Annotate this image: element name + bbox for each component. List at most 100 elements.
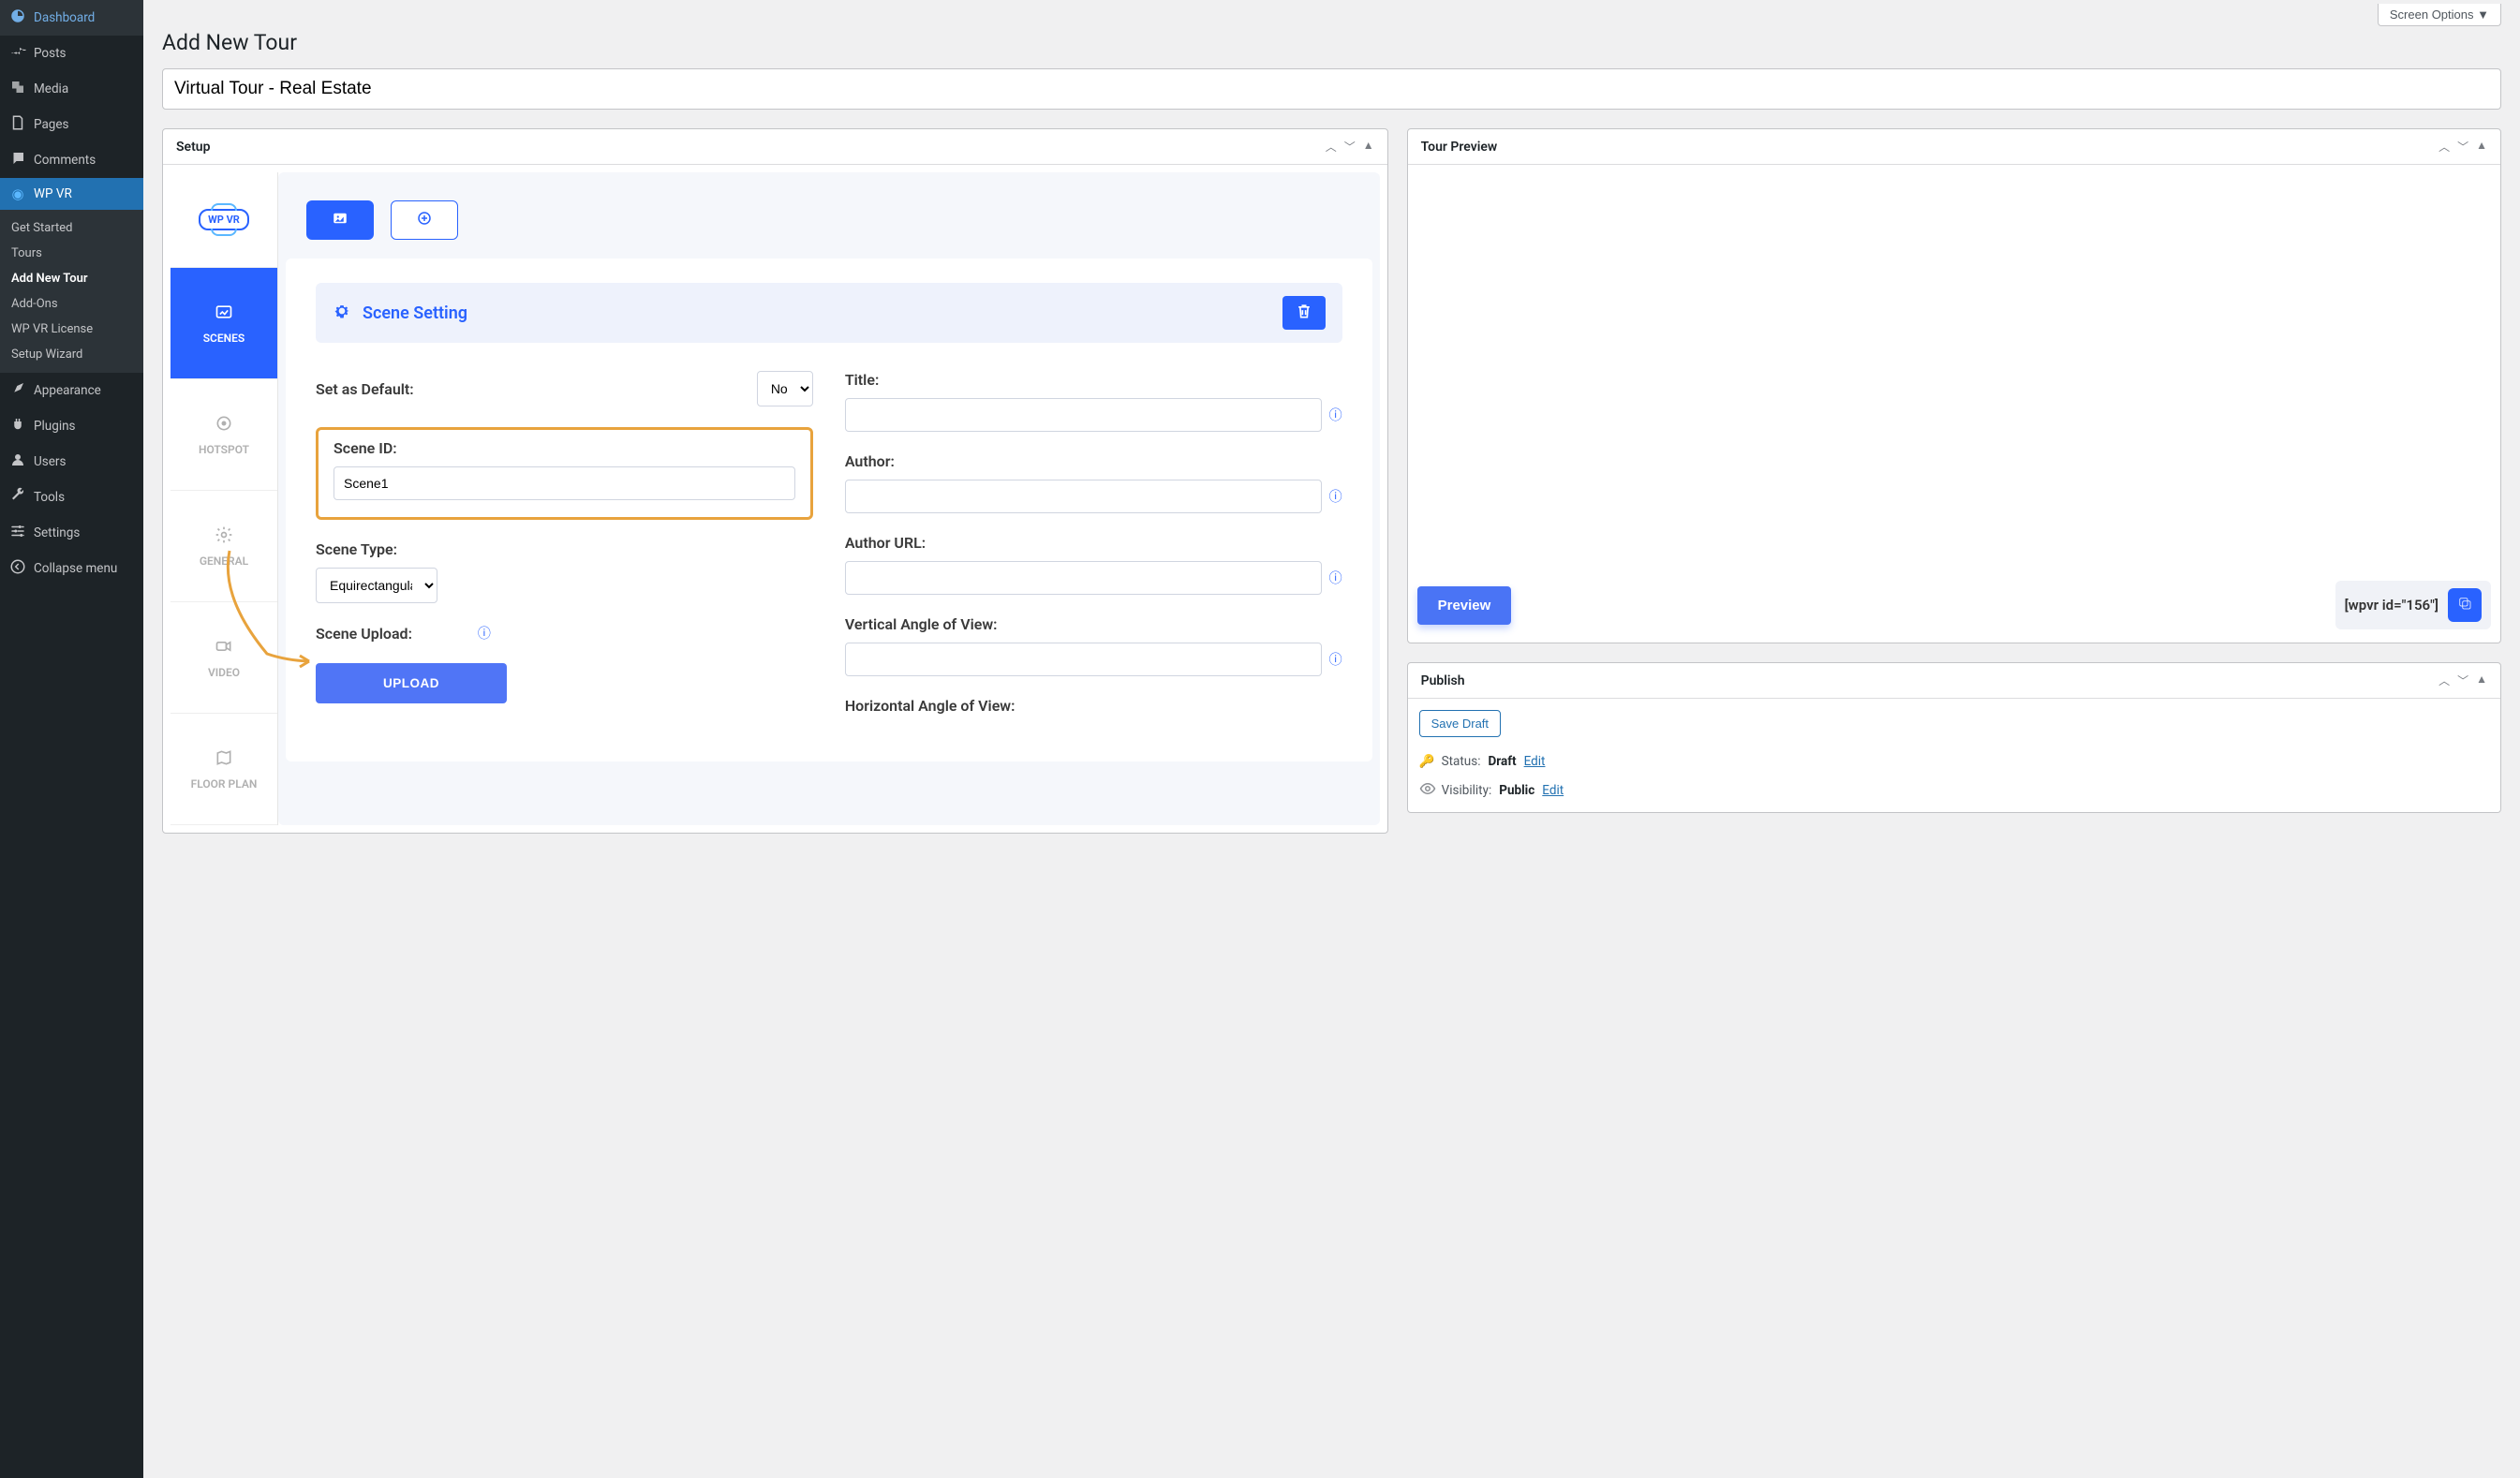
admin-sidebar: Dashboard Posts Media Pages Comments xyxy=(0,0,143,1478)
sub-get-started[interactable]: Get Started xyxy=(0,215,143,241)
tab-hotspot[interactable]: HOTSPOT xyxy=(170,379,277,491)
sub-license[interactable]: WP VR License xyxy=(0,317,143,342)
status-label: Status: xyxy=(1442,754,1481,769)
sub-tours[interactable]: Tours xyxy=(0,241,143,266)
chevron-up-icon[interactable]: ︿ xyxy=(2438,139,2450,155)
vertical-tabs: WP VR SCENES xyxy=(170,172,278,825)
media-icon xyxy=(9,79,26,99)
save-draft-button[interactable]: Save Draft xyxy=(1419,710,1501,737)
sidebar-item-wpvr[interactable]: ◉ WP VR xyxy=(0,178,143,210)
sidebar-label: Users xyxy=(34,454,66,469)
wpvr-icon: ◉ xyxy=(9,185,26,202)
pin-icon xyxy=(9,43,26,64)
author-label: Author: xyxy=(845,452,1342,470)
sidebar-item-dashboard[interactable]: Dashboard xyxy=(0,0,143,36)
scene-type-label: Scene Type: xyxy=(316,540,813,558)
publish-heading: Publish xyxy=(1421,673,1465,688)
info-icon[interactable]: ⓘ xyxy=(1329,569,1342,587)
tour-preview-heading: Tour Preview xyxy=(1421,140,1498,155)
caret-up-icon[interactable]: ▲ xyxy=(2476,139,2487,155)
caret-down-icon: ▼ xyxy=(2477,7,2489,22)
visibility-label: Visibility: xyxy=(1442,783,1492,798)
sidebar-label: Settings xyxy=(34,525,80,540)
sidebar-item-pages[interactable]: Pages xyxy=(0,107,143,142)
sidebar-label: Posts xyxy=(34,46,66,61)
scene-thumb-button[interactable] xyxy=(306,200,374,240)
sidebar-label: Comments xyxy=(34,153,96,168)
sliders-icon xyxy=(9,523,26,543)
scene-type-select[interactable]: Equirectangular xyxy=(316,568,437,603)
info-icon[interactable]: ⓘ xyxy=(1329,487,1342,506)
upload-button[interactable]: UPLOAD xyxy=(316,663,507,703)
sidebar-item-media[interactable]: Media xyxy=(0,71,143,107)
sidebar-item-tools[interactable]: Tools xyxy=(0,480,143,515)
sidebar-item-posts[interactable]: Posts xyxy=(0,36,143,71)
tab-label: FLOOR PLAN xyxy=(191,777,258,791)
info-icon[interactable]: ⓘ xyxy=(478,624,491,643)
scene-id-input[interactable] xyxy=(334,466,795,500)
delete-scene-button[interactable] xyxy=(1282,296,1326,330)
shortcode-display: [wpvr id="156"] xyxy=(2335,581,2491,629)
tab-label: GENERAL xyxy=(200,554,248,568)
tab-video[interactable]: VIDEO xyxy=(170,602,277,714)
tab-label: HOTSPOT xyxy=(199,443,249,456)
page-title: Add New Tour xyxy=(162,30,2501,55)
publish-panel: Publish ︿ ﹀ ▲ Save Draft 🔑 Status: Draft xyxy=(1407,662,2501,813)
copy-icon xyxy=(2456,595,2473,615)
preview-button[interactable]: Preview xyxy=(1417,586,1512,625)
sub-addons[interactable]: Add-Ons xyxy=(0,291,143,317)
collapse-icon xyxy=(9,558,26,579)
scene-id-label: Scene ID: xyxy=(334,439,795,457)
chevron-down-icon[interactable]: ﹀ xyxy=(2457,139,2468,155)
tour-preview-panel: Tour Preview ︿ ﹀ ▲ Preview [wpvr id="15 xyxy=(1407,128,2501,643)
chevron-up-icon[interactable]: ︿ xyxy=(1326,139,1337,155)
plug-icon xyxy=(9,416,26,436)
brush-icon xyxy=(9,380,26,401)
screen-options-button[interactable]: Screen Options ▼ xyxy=(2378,4,2501,26)
user-icon xyxy=(9,451,26,472)
sidebar-submenu: Get Started Tours Add New Tour Add-Ons W… xyxy=(0,210,143,373)
title-input[interactable] xyxy=(845,398,1322,432)
sidebar-item-comments[interactable]: Comments xyxy=(0,142,143,178)
sidebar-label: Collapse menu xyxy=(34,561,117,576)
chevron-up-icon[interactable]: ︿ xyxy=(2438,672,2450,688)
edit-visibility-link[interactable]: Edit xyxy=(1542,783,1564,798)
add-scene-button[interactable] xyxy=(391,200,458,240)
edit-status-link[interactable]: Edit xyxy=(1524,754,1546,769)
author-input[interactable] xyxy=(845,480,1322,513)
sub-add-new-tour[interactable]: Add New Tour xyxy=(0,266,143,291)
scene-id-field-highlight: Scene ID: xyxy=(316,427,813,520)
sidebar-item-users[interactable]: Users xyxy=(0,444,143,480)
sidebar-label: Pages xyxy=(34,117,69,132)
horizontal-angle-label: Horizontal Angle of View: xyxy=(845,697,1342,715)
gear-icon xyxy=(333,302,351,325)
scene-setting-label: Scene Setting xyxy=(363,303,467,323)
tab-general[interactable]: GENERAL xyxy=(170,491,277,602)
author-url-input[interactable] xyxy=(845,561,1322,595)
setup-heading: Setup xyxy=(176,140,210,155)
visibility-value: Public xyxy=(1499,783,1534,798)
scene-upload-label: Scene Upload: xyxy=(316,625,412,643)
sub-setup-wizard[interactable]: Setup Wizard xyxy=(0,342,143,367)
caret-up-icon[interactable]: ▲ xyxy=(2476,672,2487,688)
sidebar-label: Plugins xyxy=(34,419,76,434)
info-icon[interactable]: ⓘ xyxy=(1329,650,1342,669)
vertical-angle-input[interactable] xyxy=(845,643,1322,676)
set-default-label: Set as Default: xyxy=(316,380,414,398)
chevron-down-icon[interactable]: ﹀ xyxy=(2457,672,2468,688)
sidebar-item-appearance[interactable]: Appearance xyxy=(0,373,143,408)
set-default-select[interactable]: No xyxy=(757,371,813,406)
tab-label: SCENES xyxy=(203,332,245,345)
tab-scenes[interactable]: SCENES xyxy=(170,268,277,379)
sidebar-item-plugins[interactable]: Plugins xyxy=(0,408,143,444)
sidebar-item-collapse[interactable]: Collapse menu xyxy=(0,551,143,586)
info-icon[interactable]: ⓘ xyxy=(1329,406,1342,424)
caret-up-icon[interactable]: ▲ xyxy=(1363,139,1374,155)
tour-title-input[interactable] xyxy=(162,68,2501,110)
copy-shortcode-button[interactable] xyxy=(2448,588,2482,622)
tab-floor-plan[interactable]: FLOOR PLAN xyxy=(170,714,277,825)
chevron-down-icon[interactable]: ﹀ xyxy=(1344,139,1356,155)
wrench-icon xyxy=(9,487,26,508)
sidebar-item-settings[interactable]: Settings xyxy=(0,515,143,551)
sidebar-label: Dashboard xyxy=(34,10,95,25)
